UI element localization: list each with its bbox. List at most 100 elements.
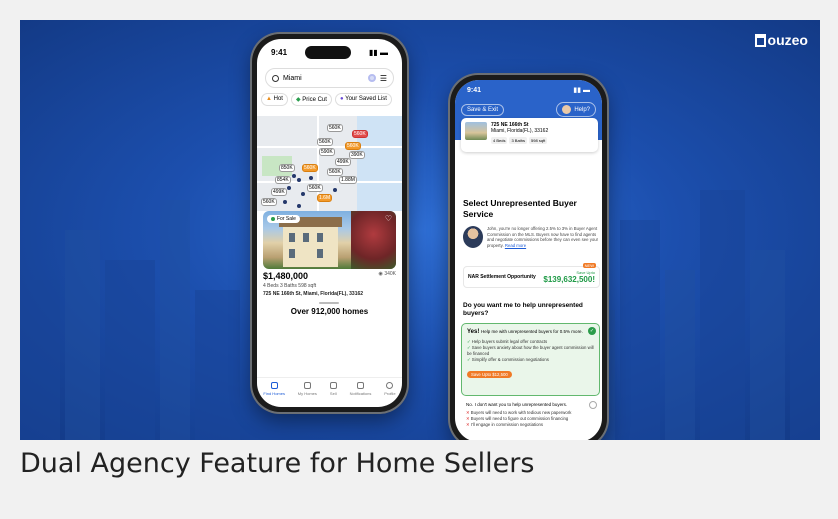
property-text: 725 NE 166th St Miami, Florida(FL), 3316… [491, 122, 548, 148]
saved-list-icon: ● [339, 96, 344, 102]
location-icon[interactable] [367, 74, 376, 82]
home-icon [303, 382, 311, 389]
listing-price: $1,480,000 [263, 271, 309, 281]
map-pin[interactable]: 854K [275, 176, 291, 184]
price-cut-icon: ◆ [295, 97, 301, 103]
map-pin[interactable]: 560K [327, 168, 343, 176]
status-bar: 9:41 ▮▮ ▬ [455, 80, 602, 100]
map-pin[interactable]: 560K [327, 124, 343, 132]
eye-icon: ◉ [378, 271, 383, 277]
section-title: Select Unrepresented Buyer Service [463, 198, 577, 219]
house-window [317, 233, 323, 242]
header-actions: Save & Exit Help? [461, 102, 596, 117]
nav-profile[interactable]: Profile [384, 382, 396, 407]
option-yes[interactable]: ✓ Yes! Help me with unrepresented buyers… [461, 323, 600, 396]
property-card: 725 NE 166th St Miami, Florida(FL), 3316… [461, 118, 598, 152]
option-no-sub: I don't want you to help unrepresented b… [474, 402, 568, 407]
chip-hot[interactable]: ▲ Hot [261, 93, 288, 106]
house-image [279, 217, 342, 267]
phone-screen-service: 9:41 ▮▮ ▬ Save & Exit Help? 725 NE 166th… [455, 80, 602, 440]
option-no[interactable]: No. I don't want you to help unrepresent… [461, 400, 600, 430]
listing-specs: 4 Beds 3 Baths 598 sqft [263, 283, 317, 289]
map-dot [301, 192, 305, 196]
sell-icon [329, 382, 337, 389]
listing-address: 725 NE 166th St, Miami, Florida(FL), 331… [263, 291, 364, 297]
house-window [303, 233, 309, 242]
brand-name-rest: ouzeo [767, 32, 808, 48]
map-pin[interactable]: 1.6M [317, 194, 333, 202]
sheet-handle[interactable] [319, 302, 339, 304]
house-window [289, 233, 295, 242]
chip-price-cut[interactable]: ◆ Price Cut [290, 93, 332, 106]
filter-icon[interactable]: ☰ [380, 74, 387, 83]
chip-saved-list[interactable]: ● Your Saved List [334, 93, 392, 106]
status-time: 9:41 [467, 86, 482, 94]
new-badge: NEW [582, 263, 596, 268]
map-pin[interactable]: 560K [317, 138, 333, 146]
map-pin[interactable]: 590K [319, 148, 335, 156]
map-dot [283, 200, 287, 204]
option-yes-sub: Help me with unrepresented buyers for 0.… [481, 329, 583, 334]
yes-benefit: Simplify offer & commission negotiations [467, 357, 594, 363]
map-pin[interactable]: 850K [279, 164, 295, 172]
help-button[interactable]: Help? [556, 102, 596, 117]
signal-battery-icon: ▮▮ ▬ [368, 47, 388, 57]
agent-message: John, you're no longer offering 2.5% to … [463, 226, 600, 248]
map-pin[interactable]: 560K [302, 164, 318, 172]
phone-screen-map: 9:41 ▮▮ ▬ Miami ☰ ▲ Hot ◆ Price Cut ● Yo… [257, 39, 402, 407]
map-dot [309, 176, 313, 180]
map-dot [287, 186, 291, 190]
map-pin[interactable]: 1.88M [339, 176, 357, 184]
map-pin[interactable]: 560K [307, 184, 323, 192]
map-dot [333, 188, 337, 192]
map-dot [297, 178, 301, 182]
agent-text-wrap: John, you're no longer offering 2.5% to … [487, 226, 600, 248]
help-question: Do you want me to help unrepresented buy… [463, 302, 583, 317]
profile-icon [386, 382, 394, 389]
property-tag: 3 Baths [509, 137, 528, 144]
house-window [317, 249, 323, 258]
save-exit-button[interactable]: Save & Exit [461, 103, 505, 116]
map-dot [292, 174, 296, 178]
map-dot [297, 204, 301, 208]
map-pin[interactable]: 499K [271, 188, 287, 196]
for-sale-badge: For Sale [267, 215, 300, 223]
agent-avatar-icon [562, 105, 572, 114]
nav-sell[interactable]: Sell [329, 382, 337, 407]
radio-icon [589, 401, 597, 409]
save-upto-badge: Save Upto $12,500 [467, 371, 512, 378]
nav-my-homes[interactable]: My Homes [298, 382, 317, 407]
map-pin[interactable]: 390K [349, 151, 365, 159]
map-view[interactable]: 560K 560K 560K 560K 390K 590K 850K 499K … [257, 116, 402, 211]
search-icon [270, 382, 278, 389]
map-pin[interactable]: 560K [345, 142, 361, 150]
houzeo-logo: ouzeo [754, 32, 808, 48]
map-pin[interactable]: 560K [352, 130, 368, 138]
property-tag: 4 Beds [491, 137, 508, 144]
option-no-title: No. [466, 402, 474, 407]
phone-buyer-service: 9:41 ▮▮ ▬ Save & Exit Help? 725 NE 166th… [450, 75, 607, 440]
option-yes-list: Help buyers submit legal offer contracts… [467, 339, 594, 363]
bottom-nav: Find Homes My Homes Sell Notifications P… [257, 377, 402, 407]
search-input[interactable]: Miami ☰ [265, 68, 394, 88]
bell-icon [356, 382, 364, 389]
listing-info[interactable]: $1,480,000 ◉ 340K 4 Beds 3 Baths 598 sqf… [263, 271, 396, 297]
agent-text: John, you're no longer offering 2.5% to … [487, 226, 599, 248]
property-tags: 4 Beds 3 Baths 598 sqft [491, 137, 548, 144]
heart-icon[interactable]: ♡ [385, 214, 392, 223]
read-more-link[interactable]: Read more [505, 243, 526, 248]
search-value: Miami [283, 74, 302, 82]
image-caption: Dual Agency Feature for Home Sellers [20, 448, 535, 479]
map-pin[interactable]: 560K [261, 198, 277, 206]
views-count: 340 [384, 271, 393, 277]
nav-notifications[interactable]: Notifications [350, 382, 371, 407]
house-logo-icon [754, 33, 766, 47]
savings-amount: $139,632,500! [543, 275, 595, 284]
status-bar: 9:41 ▮▮ ▬ [257, 39, 402, 65]
savings-card: NAR Settlement Opportunity Save Upto $13… [463, 263, 600, 288]
map-pin[interactable]: 499K [335, 158, 351, 166]
listing-photo[interactable]: For Sale ♡ [263, 211, 396, 269]
homes-count: Over 912,000 homes [290, 307, 369, 316]
property-tag: 598 sqft [529, 137, 548, 144]
nav-find-homes[interactable]: Find Homes [263, 382, 285, 407]
